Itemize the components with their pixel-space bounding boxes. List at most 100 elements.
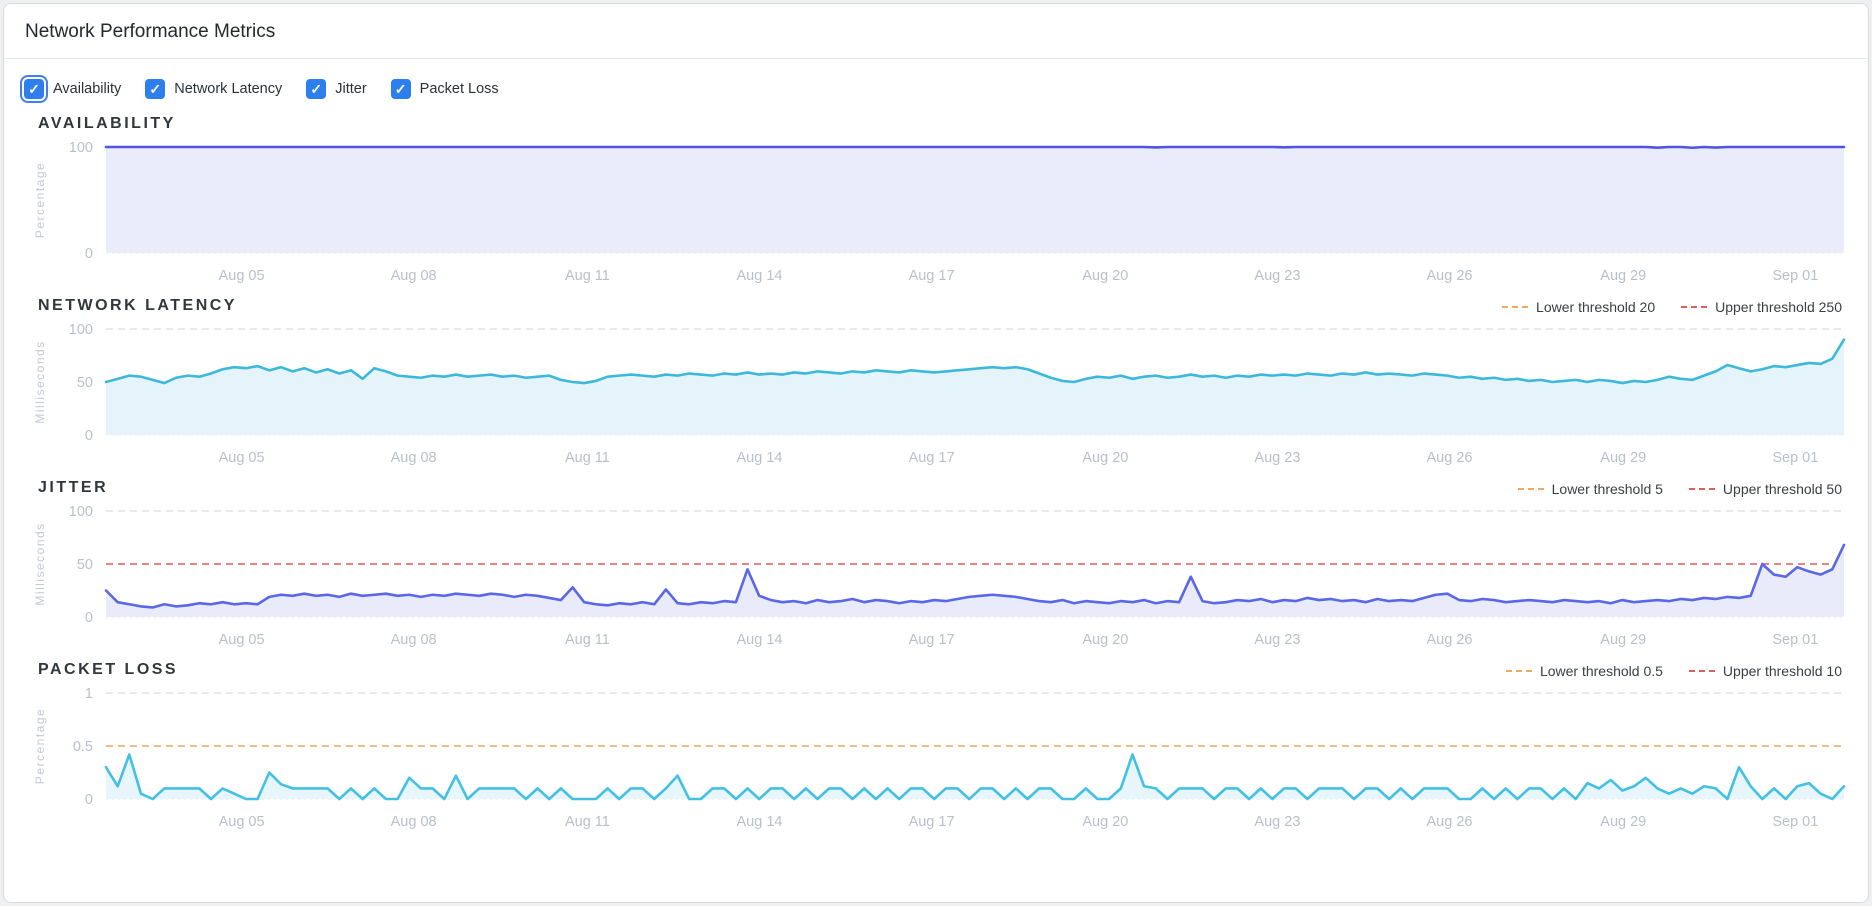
metrics-card: Network Performance Metrics Availability… — [3, 3, 1869, 903]
legend-lower-threshold: Lower threshold 5 — [1518, 481, 1663, 497]
card-header: Network Performance Metrics — [4, 4, 1868, 58]
section-jitter: JITTER Lower threshold 5 Upper threshold… — [20, 479, 1852, 651]
svg-text:Aug 20: Aug 20 — [1082, 450, 1128, 466]
svg-text:Aug 17: Aug 17 — [909, 632, 955, 648]
filter-label: Packet Loss — [420, 81, 499, 97]
svg-text:Aug 26: Aug 26 — [1426, 450, 1472, 466]
svg-text:0: 0 — [85, 792, 93, 808]
svg-text:50: 50 — [77, 375, 93, 391]
svg-text:Sep 01: Sep 01 — [1772, 268, 1818, 284]
filter-jitter[interactable]: Jitter — [306, 79, 366, 99]
svg-text:Aug 17: Aug 17 — [909, 450, 955, 466]
legend-label: Lower threshold 0.5 — [1540, 663, 1663, 679]
legend-label: Lower threshold 20 — [1536, 299, 1655, 315]
svg-text:100: 100 — [69, 140, 93, 156]
upper-threshold-dash-icon — [1689, 670, 1715, 672]
jitter-chart[interactable]: 100500MillisecondsAug 05Aug 08Aug 11Aug … — [20, 499, 1854, 651]
lower-threshold-dash-icon — [1502, 306, 1528, 308]
threshold-legend: Lower threshold 20 Upper threshold 250 — [1502, 299, 1850, 315]
svg-text:Sep 01: Sep 01 — [1772, 814, 1818, 830]
svg-text:0: 0 — [85, 246, 93, 262]
svg-text:Aug 08: Aug 08 — [391, 632, 437, 648]
lower-threshold-dash-icon — [1506, 670, 1532, 672]
availability-chart-title: AVAILABILITY — [38, 115, 176, 133]
page-title: Network Performance Metrics — [25, 21, 275, 42]
svg-text:Aug 14: Aug 14 — [737, 268, 783, 284]
availability-checkbox-icon[interactable] — [24, 79, 44, 99]
section-availability: AVAILABILITY 100 0 Percentage Aug 05 Aug 08 A… — [20, 115, 1852, 287]
svg-text:Aug 23: Aug 23 — [1254, 814, 1300, 830]
filter-label: Availability — [53, 81, 121, 97]
svg-text:100: 100 — [69, 322, 93, 338]
legend-upper-threshold: Upper threshold 50 — [1689, 481, 1842, 497]
svg-text:Aug 17: Aug 17 — [909, 814, 955, 830]
svg-text:0: 0 — [85, 610, 93, 626]
svg-text:Aug 26: Aug 26 — [1426, 268, 1472, 284]
upper-threshold-dash-icon — [1689, 488, 1715, 490]
legend-label: Lower threshold 5 — [1552, 481, 1663, 497]
svg-text:Aug 05: Aug 05 — [219, 632, 265, 648]
filter-availability[interactable]: Availability — [24, 79, 121, 99]
availability-chart[interactable]: 100 0 Percentage Aug 05 Aug 08 Aug 11 Aug 14 Au… — [20, 135, 1854, 287]
svg-text:100: 100 — [69, 504, 93, 520]
packet-loss-chart-title: PACKET LOSS — [38, 661, 178, 679]
jitter-chart-title: JITTER — [38, 479, 108, 497]
svg-text:0: 0 — [85, 428, 93, 444]
section-network-latency: NETWORK LATENCY Lower threshold 20 Upper… — [20, 297, 1852, 469]
lower-threshold-dash-icon — [1518, 488, 1544, 490]
svg-text:Aug 11: Aug 11 — [565, 632, 610, 648]
svg-text:Aug 11: Aug 11 — [565, 450, 610, 466]
svg-text:Aug 20: Aug 20 — [1082, 814, 1128, 830]
svg-text:Aug 08: Aug 08 — [391, 814, 437, 830]
svg-text:Aug 14: Aug 14 — [737, 450, 783, 466]
filter-packet-loss[interactable]: Packet Loss — [391, 79, 499, 99]
svg-text:Aug 17: Aug 17 — [909, 268, 955, 284]
svg-text:Sep 01: Sep 01 — [1772, 632, 1818, 648]
svg-text:Sep 01: Sep 01 — [1772, 450, 1818, 466]
svg-text:Percentage: Percentage — [33, 708, 47, 784]
svg-text:Aug 05: Aug 05 — [219, 268, 265, 284]
filter-label: Jitter — [335, 81, 366, 97]
card-body: Availability Network Latency Jitter Pack… — [4, 59, 1868, 843]
jitter-checkbox-icon[interactable] — [306, 79, 326, 99]
svg-text:Aug 20: Aug 20 — [1082, 268, 1128, 284]
svg-text:Aug 11: Aug 11 — [565, 268, 610, 284]
svg-text:Percentage: Percentage — [33, 162, 47, 238]
legend-lower-threshold: Lower threshold 0.5 — [1506, 663, 1663, 679]
packet-loss-checkbox-icon[interactable] — [391, 79, 411, 99]
svg-text:Aug 05: Aug 05 — [219, 450, 265, 466]
legend-label: Upper threshold 250 — [1715, 299, 1842, 315]
legend-label: Upper threshold 50 — [1723, 481, 1842, 497]
filter-network-latency[interactable]: Network Latency — [145, 79, 282, 99]
legend-label: Upper threshold 10 — [1723, 663, 1842, 679]
svg-text:Aug 26: Aug 26 — [1426, 632, 1472, 648]
svg-text:Aug 23: Aug 23 — [1254, 450, 1300, 466]
network-latency-chart-title: NETWORK LATENCY — [38, 297, 237, 315]
svg-text:Aug 14: Aug 14 — [737, 814, 783, 830]
metric-filters: Availability Network Latency Jitter Pack… — [24, 79, 1852, 99]
legend-lower-threshold: Lower threshold 20 — [1502, 299, 1655, 315]
svg-text:Aug 29: Aug 29 — [1600, 814, 1646, 830]
svg-text:Aug 29: Aug 29 — [1600, 632, 1646, 648]
svg-text:Aug 08: Aug 08 — [391, 450, 437, 466]
svg-text:Aug 08: Aug 08 — [391, 268, 437, 284]
svg-text:Milliseconds: Milliseconds — [33, 522, 47, 605]
legend-upper-threshold: Upper threshold 250 — [1681, 299, 1842, 315]
screen: Network Performance Metrics Availability… — [0, 0, 1872, 906]
legend-upper-threshold: Upper threshold 10 — [1689, 663, 1842, 679]
svg-text:0.5: 0.5 — [73, 739, 93, 755]
packet-loss-chart[interactable]: 10.50PercentageAug 05Aug 08Aug 11Aug 14A… — [20, 681, 1854, 833]
svg-text:1: 1 — [85, 686, 93, 702]
network-latency-checkbox-icon[interactable] — [145, 79, 165, 99]
svg-text:Milliseconds: Milliseconds — [33, 340, 47, 423]
upper-threshold-dash-icon — [1681, 306, 1707, 308]
svg-text:Aug 23: Aug 23 — [1254, 632, 1300, 648]
filter-label: Network Latency — [174, 81, 282, 97]
svg-text:Aug 29: Aug 29 — [1600, 268, 1646, 284]
network-latency-chart[interactable]: 100 50 0 Milliseconds Aug 05 Aug 08 Aug 11 Aug … — [20, 317, 1854, 469]
svg-text:Aug 23: Aug 23 — [1254, 268, 1300, 284]
threshold-legend: Lower threshold 0.5 Upper threshold 10 — [1506, 663, 1850, 679]
svg-text:Aug 26: Aug 26 — [1426, 814, 1472, 830]
svg-text:Aug 05: Aug 05 — [219, 814, 265, 830]
svg-text:Aug 20: Aug 20 — [1082, 632, 1128, 648]
